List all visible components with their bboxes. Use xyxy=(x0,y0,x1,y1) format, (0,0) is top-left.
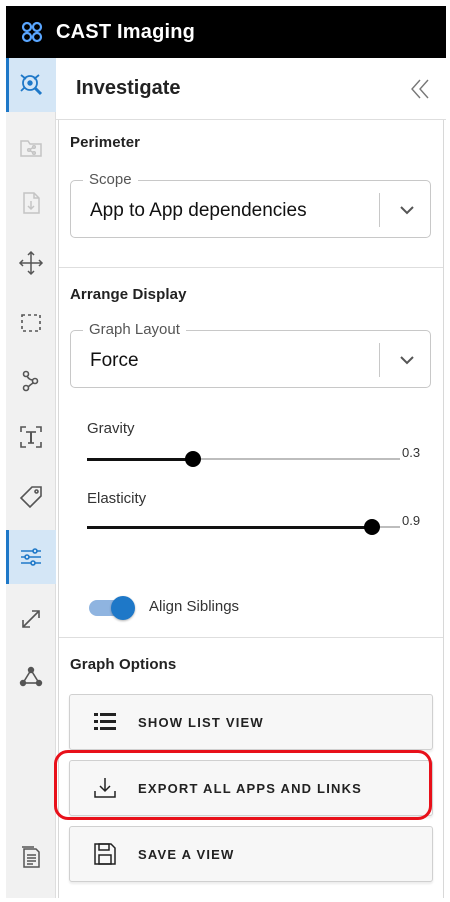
move-arrows-icon xyxy=(18,250,44,276)
save-icon xyxy=(94,843,116,865)
gravity-slider-thumb[interactable] xyxy=(185,451,202,467)
panel-header: Investigate xyxy=(56,58,446,120)
document-download-icon xyxy=(23,192,40,214)
export-all-apps-and-links-label: EXPORT ALL APPS AND LINKS xyxy=(138,780,363,796)
tag-icon xyxy=(19,486,42,509)
export-all-apps-and-links-button[interactable]: EXPORT ALL APPS AND LINKS xyxy=(69,760,433,816)
report-icon xyxy=(22,846,40,868)
elasticity-value: 0.9 xyxy=(402,513,421,528)
investigate-panel: Investigate Perimeter Scope App to App d… xyxy=(56,58,446,898)
elasticity-slider[interactable] xyxy=(87,519,400,535)
elasticity-slider-thumb[interactable] xyxy=(363,519,380,535)
show-list-view-button[interactable]: SHOW LIST VIEW xyxy=(69,694,433,750)
cast-logo-icon xyxy=(21,21,43,43)
sidebar-item-document-download[interactable] xyxy=(6,176,56,230)
path-nodes-icon xyxy=(22,370,39,392)
graph-nodes-icon xyxy=(19,666,43,687)
chevron-down-icon xyxy=(400,206,414,215)
double-chevron-left-icon xyxy=(411,79,429,98)
app-title-bar: CAST Imaging xyxy=(6,6,446,58)
elasticity-label: Elasticity xyxy=(87,490,147,507)
gravity-value: 0.3 xyxy=(402,445,421,460)
graph-layout-select[interactable]: Graph Layout Force xyxy=(70,321,431,388)
gravity-slider[interactable] xyxy=(87,451,400,467)
sidebar-item-graph[interactable] xyxy=(6,650,56,704)
sidebar-item-report[interactable] xyxy=(6,830,56,884)
perimeter-title: Perimeter xyxy=(70,134,141,151)
chevron-down-icon xyxy=(400,356,414,365)
arrange-display-title: Arrange Display xyxy=(70,286,187,303)
expand-icon xyxy=(22,610,40,628)
save-a-view-button[interactable]: SAVE A VIEW xyxy=(69,826,433,882)
list-icon xyxy=(94,713,116,730)
elasticity-slider-fill xyxy=(87,525,372,529)
sidebar-item-move[interactable] xyxy=(6,236,56,290)
scope-value: App to App dependencies xyxy=(90,200,307,221)
panel-title: Investigate xyxy=(76,77,181,99)
show-list-view-label: SHOW LIST VIEW xyxy=(138,714,264,730)
tool-sidebar xyxy=(6,58,56,898)
sidebar-item-text[interactable] xyxy=(6,410,56,464)
scope-select[interactable]: Scope App to App dependencies xyxy=(70,171,431,238)
perimeter-section: Perimeter Scope App to App dependencies xyxy=(59,120,443,268)
align-siblings-toggle[interactable] xyxy=(87,596,135,620)
folder-share-icon xyxy=(20,140,42,157)
sidebar-item-expand[interactable] xyxy=(6,592,56,646)
panel-content: Perimeter Scope App to App dependencies … xyxy=(58,120,444,898)
gravity-label: Gravity xyxy=(87,420,135,437)
arrange-display-section: Arrange Display Graph Layout Force Gravi… xyxy=(59,268,443,638)
sidebar-item-tag[interactable] xyxy=(6,470,56,524)
sidebar-item-path[interactable] xyxy=(6,354,56,408)
toggle-knob xyxy=(111,596,135,620)
download-icon xyxy=(94,778,116,798)
sidebar-item-select[interactable] xyxy=(6,296,56,350)
app-title: CAST Imaging xyxy=(56,20,196,43)
sidebar-item-settings[interactable] xyxy=(6,530,56,584)
select-divider xyxy=(379,193,380,227)
collapse-panel-button[interactable] xyxy=(406,75,434,103)
sliders-icon xyxy=(21,548,41,566)
scope-label: Scope xyxy=(83,171,138,188)
align-siblings-label: Align Siblings xyxy=(149,598,240,615)
graph-layout-value: Force xyxy=(90,350,139,371)
graph-options-title: Graph Options xyxy=(70,656,177,673)
sidebar-item-investigate[interactable] xyxy=(6,58,56,112)
dashed-select-icon xyxy=(21,314,41,332)
investigate-icon xyxy=(20,74,43,96)
sidebar-item-folder-share[interactable] xyxy=(6,120,56,174)
text-box-icon xyxy=(20,426,42,448)
save-a-view-label: SAVE A VIEW xyxy=(138,846,235,862)
graph-options-section: Graph Options SHOW LIST VIEW EXPORT ALL … xyxy=(59,638,443,898)
graph-layout-label: Graph Layout xyxy=(83,321,186,338)
select-divider xyxy=(379,343,380,377)
gravity-slider-fill xyxy=(87,457,194,461)
